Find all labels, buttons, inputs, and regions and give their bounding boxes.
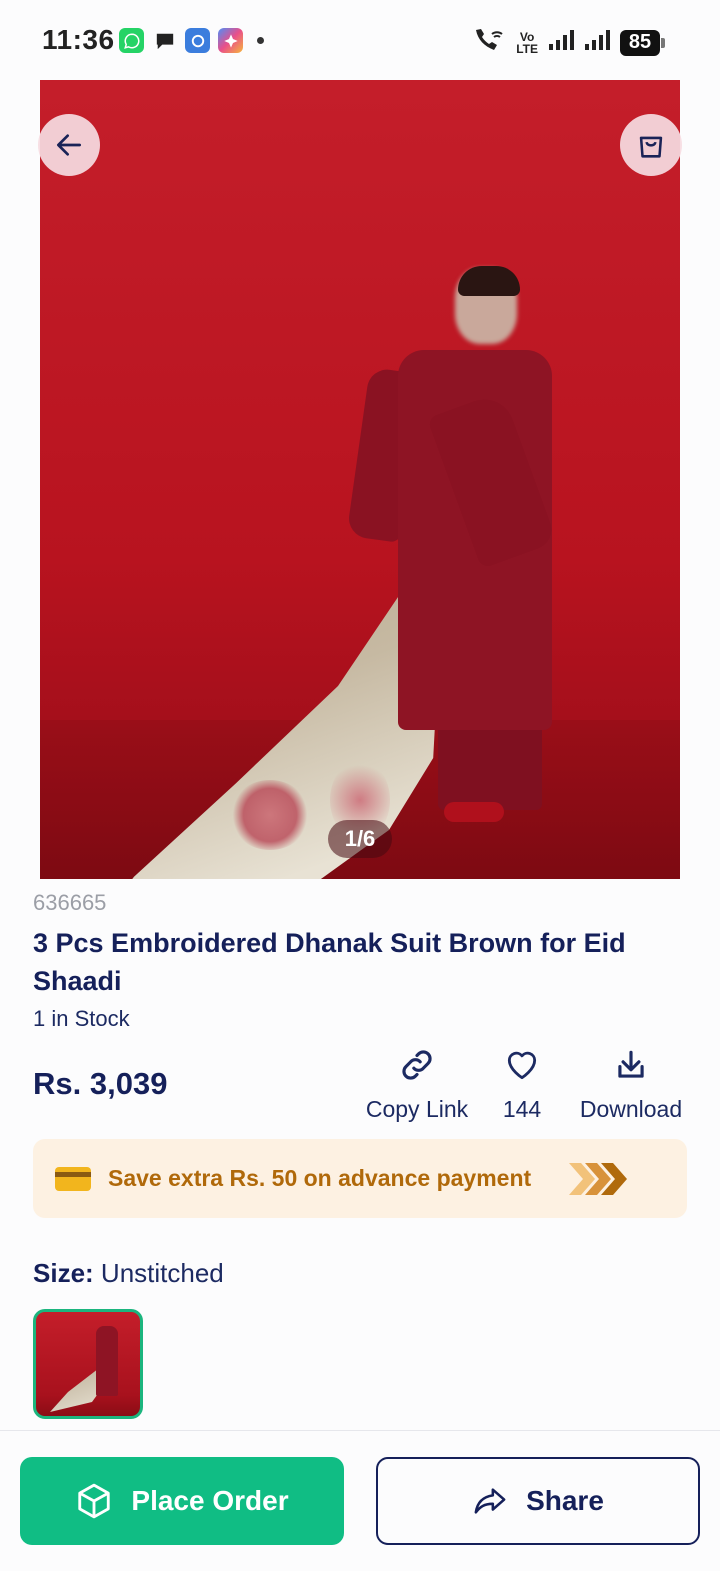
cart-button[interactable] xyxy=(620,114,682,176)
place-order-label: Place Order xyxy=(131,1485,289,1516)
system-icons: Vo LTE 85 xyxy=(472,26,665,59)
wifi-calling-icon xyxy=(472,26,506,59)
product-image[interactable]: 1/6 xyxy=(40,80,680,879)
shopping-bag-icon xyxy=(639,136,663,158)
whatsapp-icon xyxy=(119,28,144,53)
download-icon xyxy=(618,1050,644,1078)
box-icon xyxy=(78,1483,111,1519)
size-label: Size: xyxy=(33,1258,94,1288)
back-button[interactable] xyxy=(38,114,100,176)
more-notifications-dot xyxy=(257,37,264,44)
sync-app-icon xyxy=(185,28,210,53)
notification-icons xyxy=(119,28,264,53)
bottom-action-bar: Place Order Share xyxy=(0,1430,720,1571)
copy-link-label: Copy Link xyxy=(365,1096,469,1122)
status-bar: 11:36 Vo LTE 85 xyxy=(0,0,720,80)
credit-card-icon xyxy=(55,1167,91,1191)
stock-status: 1 in Stock xyxy=(33,1006,130,1031)
copy-link-button[interactable]: Copy Link xyxy=(362,1046,472,1123)
signal-icon-2 xyxy=(584,29,610,56)
volte-indicator: Vo LTE xyxy=(516,29,538,56)
heart-icon xyxy=(507,1051,537,1080)
promo-text: Save extra Rs. 50 on advance payment xyxy=(108,1165,532,1191)
battery-indicator: 85 xyxy=(620,29,665,56)
chevrons-right-icon xyxy=(569,1163,627,1195)
size-row: Size: Unstitched xyxy=(33,1258,224,1289)
share-arrow-icon xyxy=(474,1488,506,1514)
size-value: Unstitched xyxy=(100,1258,224,1288)
download-label: Download xyxy=(579,1096,683,1122)
link-icon xyxy=(402,1050,432,1080)
size-option-thumbnail[interactable] xyxy=(33,1309,143,1419)
download-button[interactable]: Download xyxy=(574,1046,688,1123)
like-button[interactable]: 144 xyxy=(492,1046,552,1123)
place-order-button[interactable]: Place Order xyxy=(20,1457,344,1545)
photos-app-icon xyxy=(218,28,243,53)
product-sku: 636665 xyxy=(33,890,107,915)
product-price: Rs. 3,039 xyxy=(33,1066,168,1101)
advance-payment-banner[interactable]: Save extra Rs. 50 on advance payment xyxy=(33,1139,687,1218)
like-count: 144 xyxy=(502,1096,542,1122)
chat-icon xyxy=(152,28,177,53)
status-time: 11:36 xyxy=(42,24,115,55)
share-label: Share xyxy=(526,1485,604,1516)
product-title: 3 Pcs Embroidered Dhanak Suit Brown for … xyxy=(33,928,626,996)
share-button[interactable]: Share xyxy=(376,1457,700,1545)
arrow-left-icon xyxy=(57,134,81,156)
signal-icon-1 xyxy=(548,29,574,56)
image-counter: 1/6 xyxy=(328,820,392,858)
